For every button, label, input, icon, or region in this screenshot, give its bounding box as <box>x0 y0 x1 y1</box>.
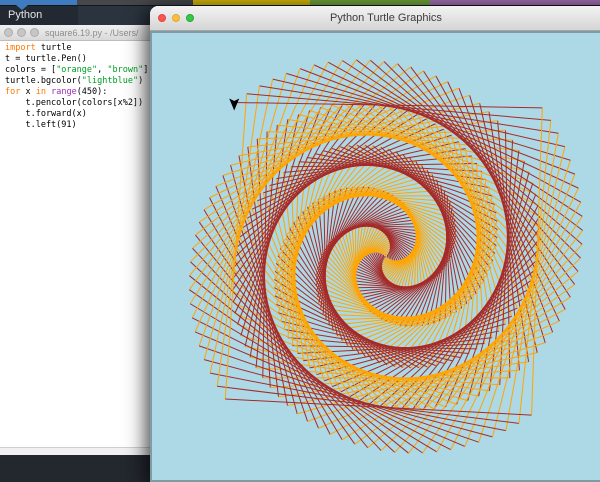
code-editor-text[interactable]: import turtlet = turtle.Pen()colors = ["… <box>0 41 152 131</box>
code-line: t.pencolor(colors[x%2]) <box>5 98 152 109</box>
code-line: t = turtle.Pen() <box>5 54 152 65</box>
code-line: for x in range(450): <box>5 87 152 98</box>
code-line: turtle.bgcolor("lightblue") <box>5 76 152 87</box>
turtle-close-button[interactable] <box>158 14 166 22</box>
turtle-cursor-icon <box>229 98 239 110</box>
editor-window-title: square6.19.py - /Users/ <box>45 28 139 38</box>
code-line: colors = ["orange", "brown"] <box>5 65 152 76</box>
turtle-zoom-button[interactable] <box>186 14 194 22</box>
code-line: import turtle <box>5 43 152 54</box>
editor-close-button[interactable] <box>4 28 13 37</box>
editor-titlebar[interactable]: square6.19.py - /Users/ <box>0 25 152 41</box>
turtle-path <box>189 60 582 453</box>
turtle-window-title: Python Turtle Graphics <box>150 6 600 30</box>
editor-window: square6.19.py - /Users/ import turtlet =… <box>0 25 152 455</box>
tab-python-label: Python <box>8 9 42 21</box>
turtle-spiral-drawing <box>152 33 600 480</box>
editor-bottom-bar <box>0 447 152 455</box>
turtle-graphics-window: Python Turtle Graphics <box>150 6 600 482</box>
tab-python[interactable]: Python <box>0 6 78 25</box>
turtle-titlebar[interactable]: Python Turtle Graphics <box>150 6 600 31</box>
editor-minimize-button[interactable] <box>17 28 26 37</box>
editor-zoom-button[interactable] <box>30 28 39 37</box>
turtle-canvas <box>150 31 600 482</box>
turtle-minimize-button[interactable] <box>172 14 180 22</box>
code-line: t.left(91) <box>5 120 152 131</box>
code-line: t.forward(x) <box>5 109 152 120</box>
active-tab-pointer-icon <box>16 5 28 10</box>
